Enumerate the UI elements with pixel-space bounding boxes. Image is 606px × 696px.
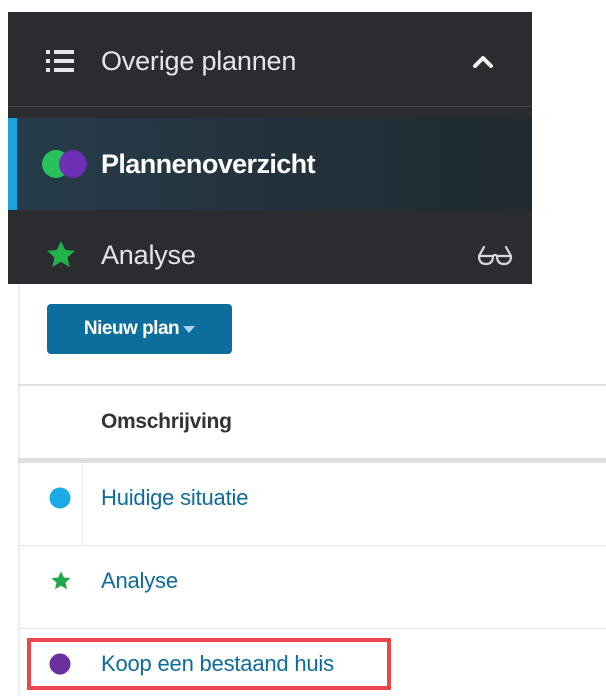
glasses-icon[interactable] — [476, 244, 514, 266]
content-border — [18, 284, 20, 696]
star-icon — [47, 241, 75, 267]
app-stage: Overige plannen Plannenoverzicht Analyse — [0, 0, 606, 696]
plans-overview-icon — [42, 150, 87, 178]
column-header-omschrijving[interactable]: Omschrijving — [101, 410, 232, 434]
active-indicator — [8, 118, 17, 210]
nav-section-label: Overige plannen — [101, 45, 297, 76]
plan-link-analyse[interactable]: Analyse — [101, 568, 178, 594]
circle-icon — [49, 487, 71, 509]
table-top-divider — [18, 384, 606, 386]
row-divider — [18, 628, 606, 629]
caret-down-icon — [183, 326, 196, 333]
list-icon — [46, 50, 74, 72]
nav-item-label: Plannenoverzicht — [101, 148, 316, 179]
nav-item-plannenoverzicht[interactable]: Plannenoverzicht — [8, 118, 532, 210]
nav-item-label: Analyse — [101, 239, 196, 270]
nav-section-overige-plannen[interactable]: Overige plannen — [8, 15, 532, 107]
new-plan-button[interactable]: Nieuw plan — [47, 304, 232, 354]
highlight-annotation — [27, 638, 391, 690]
row-divider — [18, 545, 606, 546]
new-plan-label: Nieuw plan — [83, 318, 180, 339]
chevron-up-icon[interactable] — [472, 53, 494, 69]
nav-item-analyse[interactable]: Analyse — [8, 210, 532, 300]
navigation-panel: Overige plannen Plannenoverzicht Analyse — [8, 12, 532, 284]
star-icon — [51, 571, 71, 590]
plan-link-huidige-situatie[interactable]: Huidige situatie — [101, 485, 248, 511]
table-header-divider — [18, 458, 606, 463]
column-divider — [82, 463, 83, 545]
